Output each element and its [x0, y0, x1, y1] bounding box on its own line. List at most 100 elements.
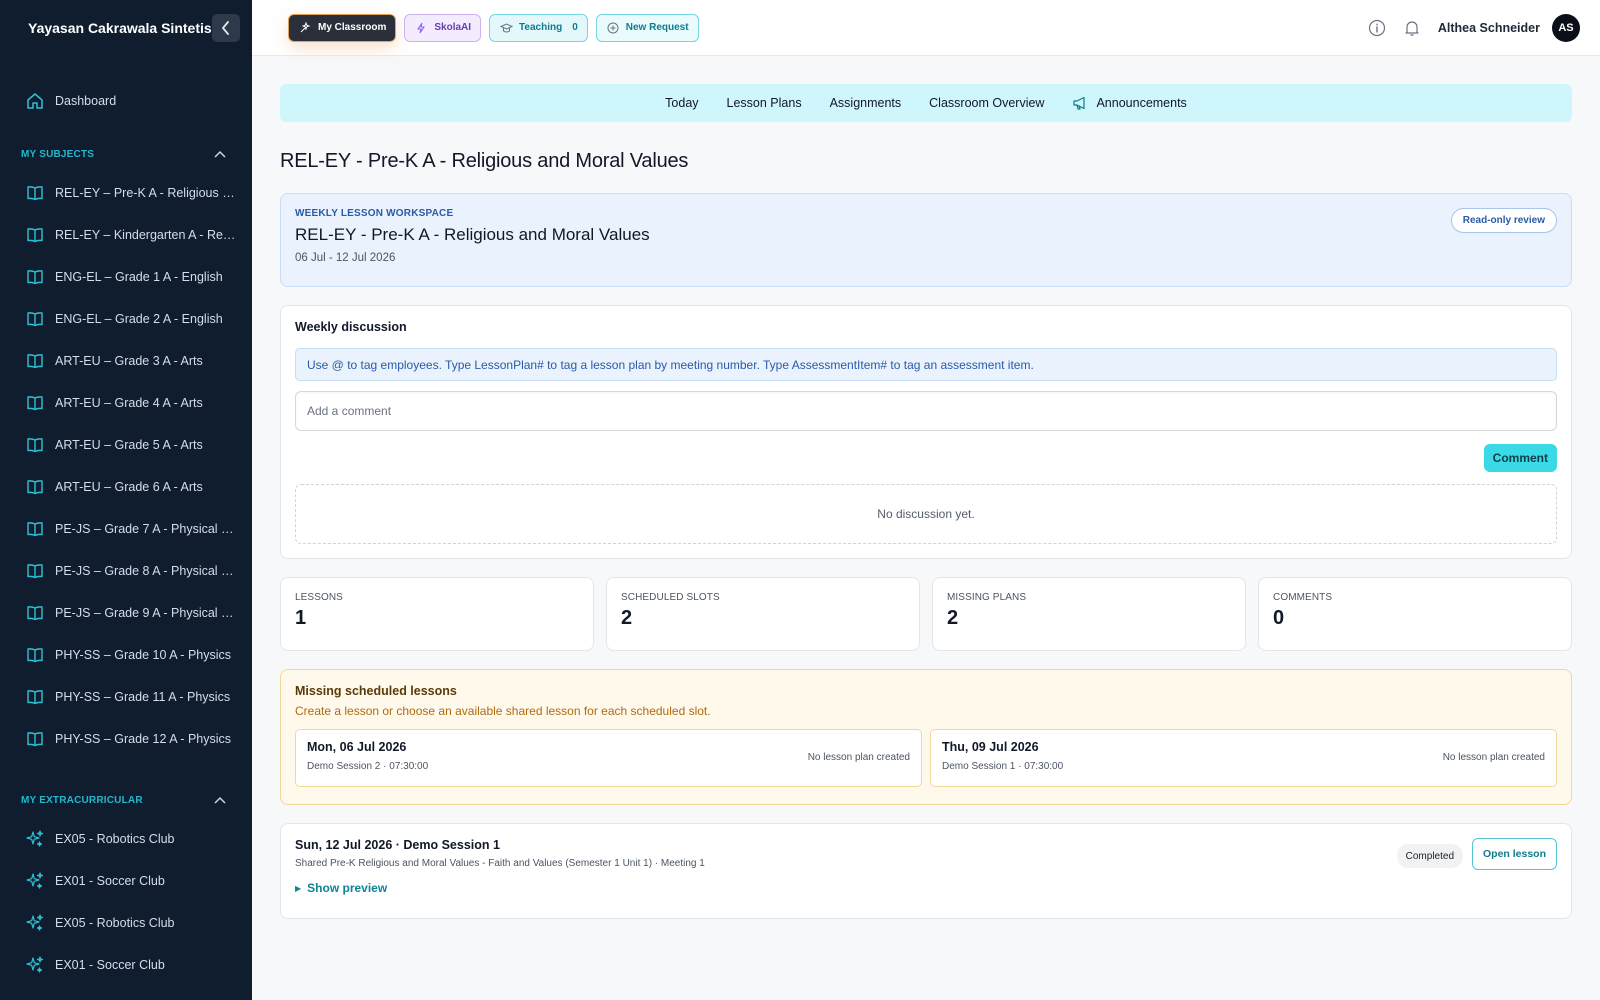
sidebar-item-subject[interactable]: ENG-EL – Grade 2 A - English: [0, 298, 252, 340]
sidebar-item-subject[interactable]: ART-EU – Grade 3 A - Arts: [0, 340, 252, 382]
user-name[interactable]: Althea Schneider: [1438, 21, 1540, 35]
sidebar-item-subject[interactable]: PHY-SS – Grade 11 A - Physics: [0, 676, 252, 718]
top-right-controls: Althea Schneider AS: [1366, 13, 1580, 42]
tab-lesson-plans[interactable]: Lesson Plans: [727, 96, 802, 110]
book-icon: [25, 225, 45, 245]
sidebar-item-label: EX05 - Robotics Club: [55, 832, 175, 846]
top-bar: My Classroom SkolaAI Teaching 0 New Requ…: [252, 0, 1600, 56]
tab-announcements[interactable]: Announcements: [1072, 94, 1187, 112]
sidebar-item-dashboard[interactable]: Dashboard: [0, 80, 252, 122]
sidebar-item-subject[interactable]: REL-EY – Pre-K A - Religious and Moral V…: [0, 172, 252, 214]
book-icon: [25, 729, 45, 749]
sidebar-item-label: REL-EY – Kindergarten A - Religious and …: [55, 228, 238, 242]
sidebar-item-extracurricular[interactable]: EX01 - Soccer Club: [0, 860, 252, 902]
sidebar-item-subject[interactable]: REL-EY – Kindergarten A - Religious and …: [0, 214, 252, 256]
extracurricular-section-header[interactable]: MY EXTRACURRICULAR: [0, 788, 252, 812]
sidebar-item-subject[interactable]: ART-EU – Grade 6 A - Arts: [0, 466, 252, 508]
book-icon: [25, 519, 45, 539]
new-request-button[interactable]: New Request: [595, 13, 699, 42]
sparkles-icon: [25, 955, 45, 975]
read-only-badge[interactable]: Read-only review: [1450, 208, 1557, 233]
sidebar-item-extracurricular[interactable]: EX05 - Robotics Club: [0, 818, 252, 860]
sidebar-item-subject[interactable]: PHY-SS – Grade 12 A - Physics: [0, 718, 252, 760]
slot-status: No lesson plan created: [1442, 752, 1545, 763]
sidebar-item-extracurricular[interactable]: EX05 - Robotics Club: [0, 902, 252, 944]
tab-assignments[interactable]: Assignments: [830, 96, 902, 110]
tab-label: Assignments: [829, 96, 902, 110]
subjects-section-header[interactable]: MY SUBJECTS: [0, 142, 252, 166]
empty-discussion: No discussion yet.: [295, 484, 1557, 544]
sidebar-item-subject[interactable]: PE-JS – Grade 7 A - Physical Education: [0, 508, 252, 550]
book-icon: [25, 183, 45, 203]
sidebar-item-label: EX01 - Soccer Club: [55, 874, 165, 888]
avatar[interactable]: AS: [1552, 13, 1580, 42]
sidebar-item-subject[interactable]: PE-JS – Grade 8 A - Physical Education: [0, 550, 252, 592]
weekly-workspace-card: WEEKLY LESSON WORKSPACE REL-EY - Pre-K A…: [280, 193, 1572, 287]
sidebar-item-subject[interactable]: ENG-EL – Grade 1 A - English: [0, 256, 252, 298]
my-classroom-button[interactable]: My Classroom: [288, 13, 397, 42]
new-request-label: New Request: [625, 22, 689, 33]
workspace-title: REL-EY - Pre-K A - Religious and Moral V…: [295, 225, 650, 244]
sidebar-collapse-button[interactable]: [212, 14, 240, 42]
tab-label: Classroom Overview: [929, 96, 1045, 110]
sparkle-icon: [298, 21, 312, 35]
teaching-label: Teaching: [519, 22, 563, 33]
stat-label: COMMENTS: [1273, 592, 1333, 603]
sidebar-item-label: PHY-SS – Grade 10 A - Physics: [55, 648, 232, 662]
slot-status: No lesson plan created: [807, 752, 910, 763]
megaphone-icon: [1072, 94, 1090, 112]
tab-today[interactable]: Today: [665, 96, 698, 110]
missing-slot[interactable]: Mon, 06 Jul 2026 Demo Session 2 · 07:30:…: [295, 729, 922, 787]
caret-right-icon: ▶: [295, 883, 302, 893]
bell-icon[interactable]: [1401, 17, 1423, 39]
page-title: REL-EY - Pre-K A - Religious and Moral V…: [280, 150, 689, 172]
skola-ai-button[interactable]: SkolaAI: [404, 13, 482, 42]
book-icon: [25, 267, 45, 287]
teaching-button[interactable]: Teaching 0: [489, 13, 588, 42]
missing-heading: Missing scheduled lessons: [295, 684, 457, 698]
my-classroom-label: My Classroom: [318, 22, 387, 33]
sidebar-item-subject[interactable]: ART-EU – Grade 5 A - Arts: [0, 424, 252, 466]
book-icon: [25, 687, 45, 707]
sidebar-item-extracurricular[interactable]: EX01 - Soccer Club: [0, 944, 252, 986]
sidebar-item-label: PE-JS – Grade 7 A - Physical Education: [55, 522, 238, 536]
sidebar-item-subject[interactable]: PHY-SS – Grade 10 A - Physics: [0, 634, 252, 676]
show-preview-toggle[interactable]: ▶ Show preview: [295, 881, 1557, 895]
stat-value: 2: [621, 607, 633, 629]
stat-scheduled-slots: SCHEDULED SLOTS 2: [606, 577, 920, 651]
org-name: Yayasan Cakrawala Sintetis: [28, 20, 212, 36]
stats-row: LESSONS 1 SCHEDULED SLOTS 2 MISSING PLAN…: [280, 577, 1572, 651]
chevron-left-icon: [222, 21, 229, 35]
sidebar-item-label: ART-EU – Grade 4 A - Arts: [55, 396, 203, 410]
tab-classroom-overview[interactable]: Classroom Overview: [929, 96, 1044, 110]
open-lesson-button[interactable]: Open lesson: [1471, 838, 1557, 870]
stat-missing-plans: MISSING PLANS 2: [932, 577, 1246, 651]
workspace-dates: 06 Jul - 12 Jul 2026: [295, 252, 396, 264]
missing-subtitle: Create a lesson or choose an available s…: [295, 704, 711, 718]
subjects-list: REL-EY – Pre-K A - Religious and Moral V…: [0, 172, 252, 760]
lesson-card: Sun, 12 Jul 2026 · Demo Session 1 Shared…: [280, 823, 1572, 919]
graduation-cap-icon: [499, 21, 513, 35]
comment-button[interactable]: Comment: [1483, 444, 1557, 472]
sidebar-item-label: PE-JS – Grade 9 A - Physical Education: [55, 606, 238, 620]
sidebar-item-label: PHY-SS – Grade 12 A - Physics: [55, 732, 232, 746]
sidebar-item-subject[interactable]: PE-JS – Grade 9 A - Physical Education: [0, 592, 252, 634]
missing-slots: Mon, 06 Jul 2026 Demo Session 2 · 07:30:…: [295, 729, 1557, 787]
book-icon: [25, 561, 45, 581]
missing-slot[interactable]: Thu, 09 Jul 2026 Demo Session 1 · 07:30:…: [930, 729, 1557, 787]
sidebar: Yayasan Cakrawala Sintetis Dashboard MY …: [0, 0, 252, 1000]
stat-value: 1: [295, 607, 307, 629]
show-preview-label: Show preview: [307, 881, 388, 895]
comment-input[interactable]: [295, 391, 1557, 431]
lesson-subtitle: Shared Pre-K Religious and Moral Values …: [295, 858, 705, 869]
info-icon[interactable]: [1366, 17, 1388, 39]
tab-label: Lesson Plans: [726, 96, 802, 110]
book-icon: [25, 309, 45, 329]
stat-lessons: LESSONS 1: [280, 577, 594, 651]
stat-value: 2: [947, 607, 959, 629]
sparkles-icon: [25, 829, 45, 849]
sidebar-item-subject[interactable]: ART-EU – Grade 4 A - Arts: [0, 382, 252, 424]
sidebar-item-label: PHY-SS – Grade 11 A - Physics: [55, 690, 231, 704]
extracurricular-list: EX05 - Robotics Club EX01 - Soccer Club EX…: [0, 818, 252, 986]
book-icon: [25, 435, 45, 455]
